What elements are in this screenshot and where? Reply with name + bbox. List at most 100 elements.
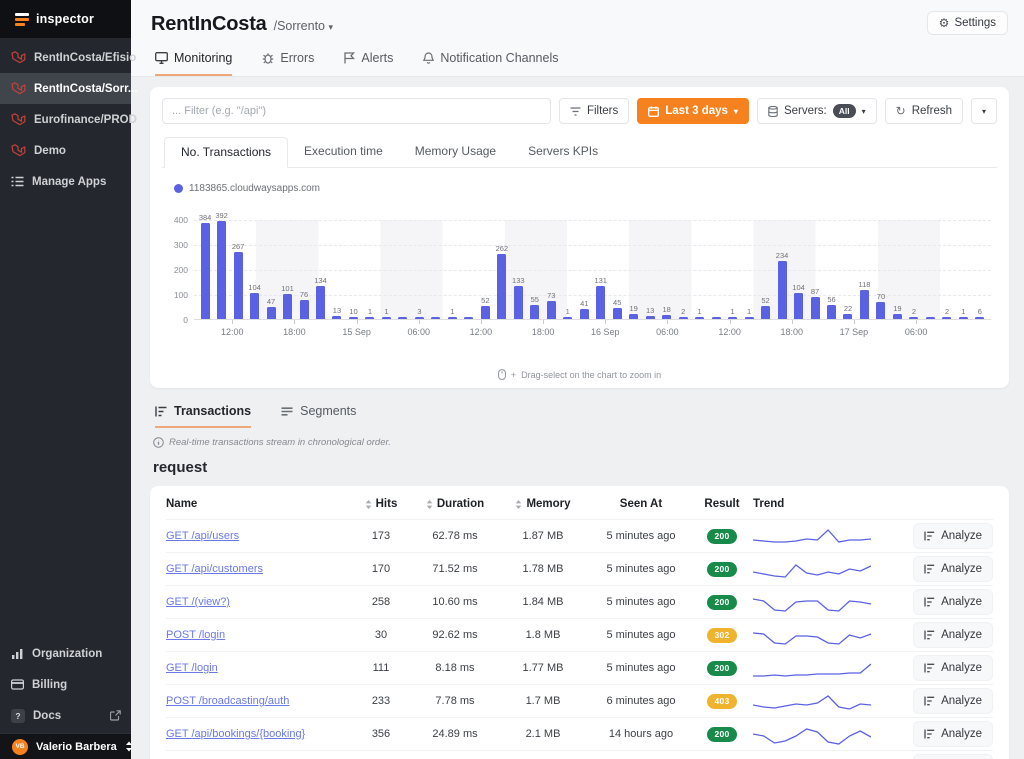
- duration-cell: 62.78 ms: [411, 530, 499, 542]
- transaction-link[interactable]: POST /login: [166, 629, 351, 641]
- sidebar-app-item[interactable]: RentInCosta/Sorr...: [0, 73, 131, 104]
- server-icon: [768, 106, 778, 117]
- tab-errors[interactable]: Errors: [262, 51, 314, 76]
- transaction-link[interactable]: GET /api/users: [166, 530, 351, 542]
- status-badge: 200: [707, 529, 736, 544]
- monitor-icon: [155, 52, 168, 64]
- tab-segments[interactable]: Segments: [281, 404, 356, 428]
- transaction-link[interactable]: GET /api/customers: [166, 563, 351, 575]
- status-badge: 200: [707, 595, 736, 610]
- column-hits[interactable]: Hits: [351, 498, 411, 510]
- user-name: Valerio Barbera: [36, 741, 117, 753]
- chart-plot-area[interactable]: 3843922671044710176134131011315226213355…: [194, 220, 991, 320]
- column-memory[interactable]: Memory: [499, 498, 587, 510]
- sidebar-item-manage-apps[interactable]: Manage Apps: [0, 166, 131, 197]
- sidebar-app-item[interactable]: Demo: [0, 135, 131, 166]
- table-row: GET /login 111 8.18 ms 1.77 MB 5 minutes…: [166, 651, 993, 684]
- transactions-chart[interactable]: 0100200300400 38439226710447101761341310…: [164, 220, 993, 366]
- flame-chart-icon: [924, 729, 935, 739]
- user-avatar: VB: [12, 739, 28, 755]
- trend-sparkline: [749, 622, 899, 648]
- sidebar-app-item[interactable]: RentInCosta/Efisio: [0, 42, 131, 73]
- environment-selector[interactable]: /Sorrento ▾: [274, 19, 333, 33]
- hits-cell: 233: [351, 695, 411, 707]
- main-tab-bar: Monitoring Errors Alerts: [151, 51, 1008, 76]
- analyze-button[interactable]: Analyze: [913, 589, 993, 615]
- analyze-button[interactable]: Analyze: [913, 655, 993, 681]
- servers-all-pill: All: [833, 104, 856, 118]
- column-duration[interactable]: Duration: [411, 498, 499, 510]
- monitoring-chart-card: Filters Last 3 days ▾: [150, 87, 1009, 388]
- trend-sparkline: [749, 655, 899, 681]
- hits-cell: 111: [351, 662, 411, 674]
- memory-cell: 1.77 MB: [499, 662, 587, 674]
- memory-cell: 1.78 MB: [499, 563, 587, 575]
- transactions-table: Name Hits Duration Memory Seen At Result…: [150, 486, 1009, 759]
- column-trend: Trend: [749, 498, 899, 510]
- refresh-button[interactable]: ↻ Refresh: [885, 98, 963, 124]
- transaction-link[interactable]: GET /login: [166, 662, 351, 674]
- analyze-button[interactable]: Analyze: [913, 556, 993, 582]
- analyze-button[interactable]: Analyze: [913, 688, 993, 714]
- analyze-button[interactable]: Analyze: [913, 754, 993, 759]
- tab-notification-channels[interactable]: Notification Channels: [423, 51, 558, 76]
- memory-cell: 1.7 MB: [499, 695, 587, 707]
- bug-icon: [262, 52, 274, 64]
- flame-chart-icon: [924, 696, 935, 706]
- legend-dot-icon: [174, 184, 183, 193]
- tab-alerts[interactable]: Alerts: [344, 51, 393, 76]
- status-badge: 200: [707, 562, 736, 577]
- stream-note: Real-time transactions stream in chronol…: [153, 437, 1009, 448]
- transaction-link[interactable]: POST /broadcasting/auth: [166, 695, 351, 707]
- gear-icon: ⚙: [939, 17, 950, 29]
- chart-toolbar: Filters Last 3 days ▾: [162, 98, 997, 124]
- sidebar-item-billing[interactable]: Billing: [0, 669, 131, 700]
- memory-cell: 1.87 MB: [499, 530, 587, 542]
- refresh-icon: ↻: [896, 105, 906, 117]
- app-logo[interactable]: inspector: [0, 0, 131, 38]
- chart-tab-memory-usage[interactable]: Memory Usage: [399, 137, 512, 167]
- user-menu[interactable]: VB Valerio Barbera: [0, 733, 131, 759]
- seen-at-cell: 5 minutes ago: [587, 563, 695, 575]
- column-seen-at: Seen At: [587, 498, 695, 510]
- refresh-options-button[interactable]: ▾: [971, 98, 997, 124]
- analyze-button[interactable]: Analyze: [913, 523, 993, 549]
- status-badge: 403: [707, 694, 736, 709]
- duration-cell: 7.78 ms: [411, 695, 499, 707]
- sidebar-app-item[interactable]: Eurofinance/PROD: [0, 104, 131, 135]
- chart-legend: 1183865.cloudwaysapps.com: [174, 183, 997, 194]
- status-badge: 200: [707, 661, 736, 676]
- date-range-button[interactable]: Last 3 days ▾: [637, 98, 749, 124]
- table-row: GET /(view?) 258 10.60 ms 1.84 MB 5 minu…: [166, 585, 993, 618]
- filter-input[interactable]: [162, 98, 551, 124]
- analyze-button[interactable]: Analyze: [913, 622, 993, 648]
- column-name[interactable]: Name: [166, 498, 351, 510]
- chevron-down-icon: ▾: [734, 107, 738, 116]
- chart-zoom-hint: + Drag-select on the chart to zoom in: [162, 369, 997, 380]
- logo-text: inspector: [36, 12, 94, 26]
- analyze-button[interactable]: Analyze: [913, 721, 993, 747]
- tab-transactions[interactable]: Transactions: [155, 404, 251, 428]
- chart-y-axis: 0100200300400: [164, 220, 190, 320]
- sidebar-item-organization[interactable]: Organization: [0, 638, 131, 669]
- servers-button[interactable]: Servers: All ▾: [757, 98, 877, 124]
- table-row: GET /api/users 173 62.78 ms 1.87 MB 5 mi…: [166, 519, 993, 552]
- duration-cell: 24.89 ms: [411, 728, 499, 740]
- filters-button[interactable]: Filters: [559, 98, 629, 124]
- chart-tab-servers-kpis[interactable]: Servers KPIs: [512, 137, 614, 167]
- chart-tab-execution-time[interactable]: Execution time: [288, 137, 399, 167]
- transaction-link[interactable]: GET /(view?): [166, 596, 351, 608]
- chevron-down-icon: ▾: [862, 107, 866, 116]
- chevron-down-icon: ▾: [982, 107, 986, 116]
- sidebar-item-label: Docs: [33, 710, 61, 722]
- tab-monitoring[interactable]: Monitoring: [155, 51, 232, 76]
- table-row: GET /api/contracts/{contract} 236 18.56 …: [166, 750, 993, 759]
- chart-tab-bar: No. TransactionsExecution timeMemory Usa…: [162, 137, 997, 168]
- chevron-down-icon: ▾: [329, 22, 334, 32]
- settings-button[interactable]: ⚙ Settings: [927, 11, 1008, 35]
- trend-sparkline: [749, 754, 899, 759]
- transaction-link[interactable]: GET /api/bookings/{booking}: [166, 728, 351, 740]
- sidebar-item-docs[interactable]: ? Docs: [0, 700, 131, 731]
- hits-cell: 258: [351, 596, 411, 608]
- chart-tab-no-transactions[interactable]: No. Transactions: [164, 137, 288, 168]
